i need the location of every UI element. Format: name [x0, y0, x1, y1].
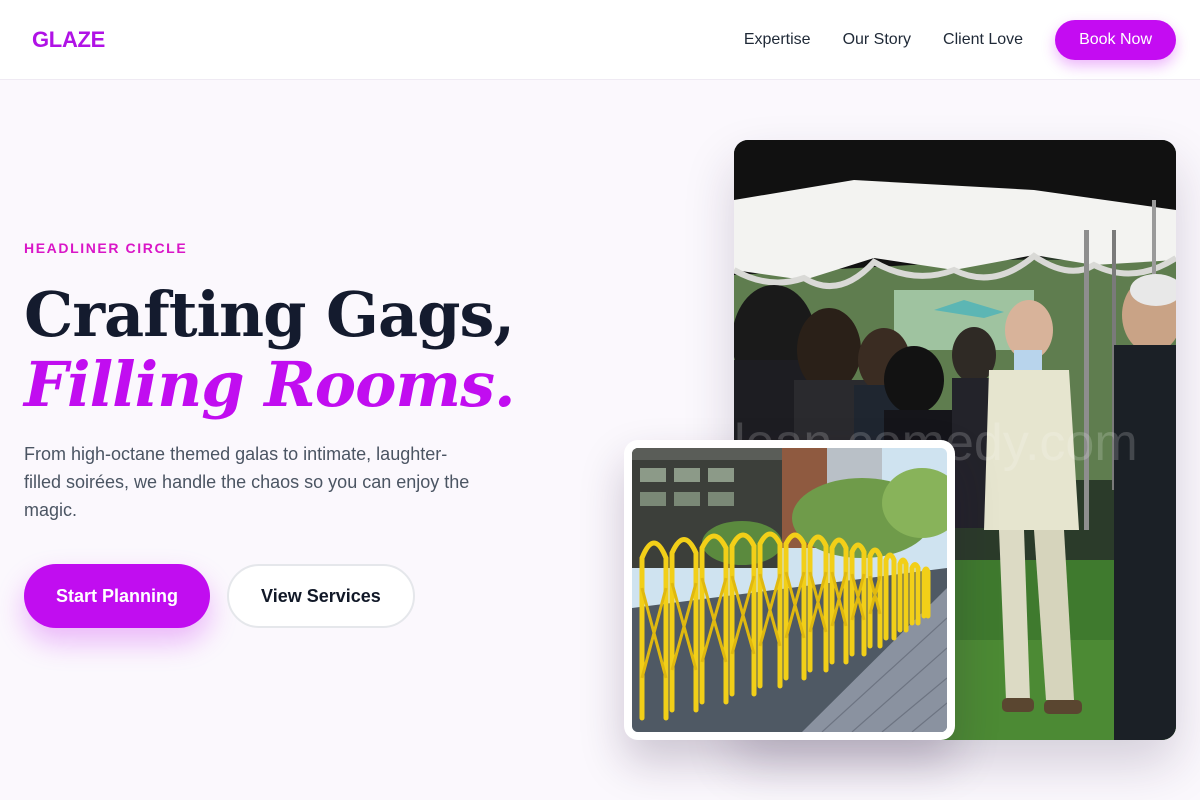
- start-planning-button[interactable]: Start Planning: [24, 564, 211, 628]
- barricades-photo-illustration: [632, 448, 947, 732]
- hero-text-column: HEADLINER CIRCLE Crafting Gags, Filling …: [24, 240, 584, 628]
- yellow-barricades-photo: [624, 440, 955, 740]
- nav-link-client-love[interactable]: Client Love: [943, 31, 1023, 49]
- hero-cta-group: Start Planning View Services: [24, 564, 584, 628]
- book-now-button[interactable]: Book Now: [1055, 19, 1176, 60]
- brand-logo[interactable]: GLAZE: [32, 27, 105, 53]
- top-navigation-bar: GLAZE Expertise Our Story Client Love Bo…: [0, 0, 1200, 80]
- nav-link-expertise[interactable]: Expertise: [744, 31, 811, 49]
- hero-headline: Crafting Gags, Filling Rooms.: [24, 280, 584, 420]
- headline-line-2: Filling Rooms.: [24, 348, 516, 421]
- hero-eyebrow: HEADLINER CIRCLE: [24, 240, 188, 256]
- nav-link-our-story[interactable]: Our Story: [843, 31, 911, 49]
- view-services-button[interactable]: View Services: [227, 564, 415, 628]
- headline-line-1: Crafting Gags,: [24, 278, 515, 351]
- main-nav: Expertise Our Story Client Love Book Now: [744, 19, 1176, 60]
- hero-description: From high-octane themed galas to intimat…: [24, 444, 470, 520]
